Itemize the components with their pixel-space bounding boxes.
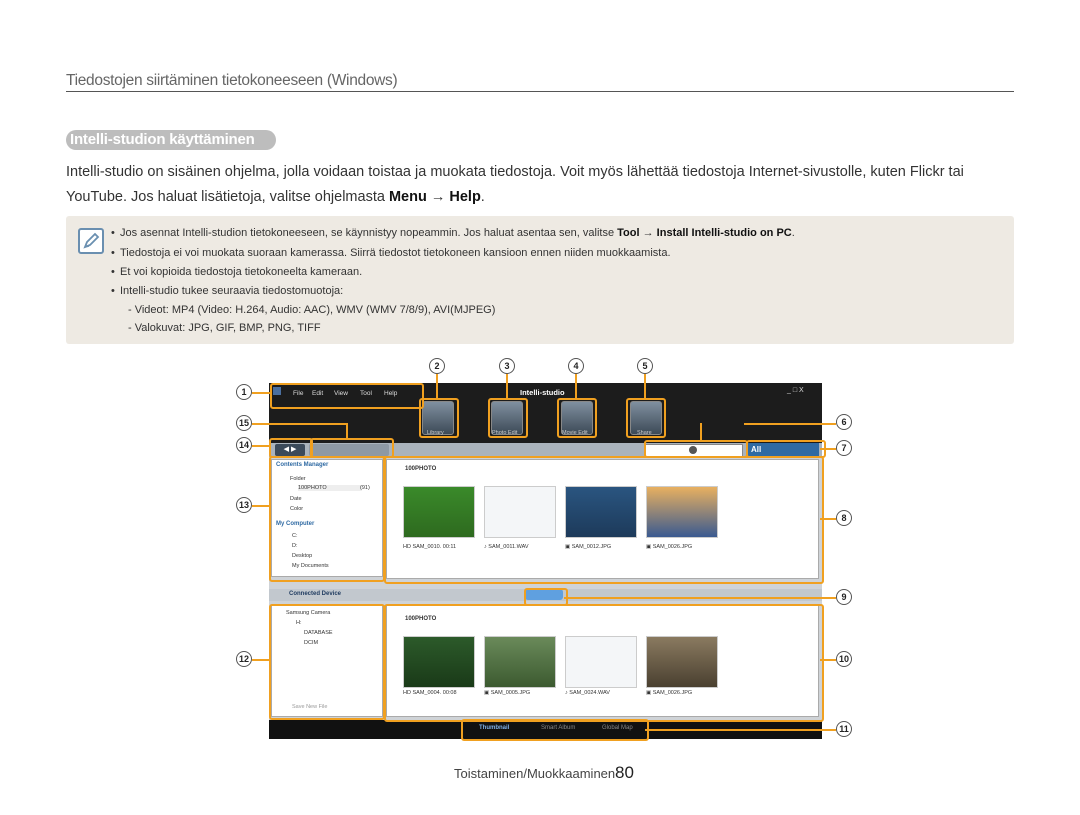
menu-term: Menu <box>388 189 427 205</box>
callout-line <box>644 372 646 398</box>
app-logo: Intelli-studio <box>520 388 565 397</box>
callout-2: 2 <box>429 358 445 374</box>
callout-line <box>346 423 348 439</box>
note-bullet-2: Tiedostoja ei voi muokata suoraan kamera… <box>111 247 671 259</box>
callout-line <box>506 372 508 398</box>
callout-box-thumbnails <box>384 456 824 584</box>
callout-line <box>564 597 836 599</box>
callout-line <box>252 423 348 425</box>
callout-box-device-thumbnails <box>384 604 824 722</box>
callout-box-edit-toolbar <box>310 438 394 458</box>
callout-11: 11 <box>836 721 852 737</box>
callout-3: 3 <box>499 358 515 374</box>
intro-line-1: Intelli-studio on sisäinen ohjelma, joll… <box>66 164 964 180</box>
tool-term: Tool <box>617 227 640 239</box>
page-number: 80 <box>615 763 634 782</box>
callout-line <box>252 445 270 447</box>
section-rule <box>66 91 1014 92</box>
callout-line <box>436 372 438 398</box>
intro-text: YouTube. Jos haluat lisätietoja, valitse… <box>66 189 389 205</box>
connected-device-title: Connected Device <box>289 591 342 597</box>
note-text: Jos asennat Intelli-studion tietokoneese… <box>120 227 618 239</box>
callout-12: 12 <box>236 651 252 667</box>
callout-14: 14 <box>236 437 252 453</box>
callout-line <box>744 423 836 425</box>
callout-8: 8 <box>836 510 852 526</box>
callout-15: 15 <box>236 415 252 431</box>
subhead-title: Intelli-studion käyttäminen <box>70 131 255 148</box>
callout-box-device-tree <box>269 604 385 720</box>
callout-line <box>252 505 270 507</box>
arrow-icon: → <box>430 189 446 205</box>
callout-7: 7 <box>836 440 852 456</box>
callout-line <box>252 392 270 394</box>
callout-line <box>575 372 577 398</box>
callout-box-contents-manager <box>269 456 385 582</box>
help-term: Help <box>449 189 481 205</box>
note-bullet-1: Jos asennat Intelli-studion tietokoneese… <box>111 227 795 239</box>
callout-line <box>820 518 836 520</box>
install-term: Install Intelli-studio on PC <box>656 227 792 239</box>
intro-end: . <box>480 189 485 205</box>
callout-10: 10 <box>836 651 852 667</box>
callout-line <box>820 448 836 450</box>
callout-1: 1 <box>236 384 252 400</box>
callout-line <box>252 659 270 661</box>
callout-6: 6 <box>836 414 852 430</box>
callout-line <box>700 423 702 441</box>
page-footer: Toistaminen/Muokkaaminen <box>454 766 616 781</box>
note-sub-2: - Valokuvat: JPG, GIF, BMP, PNG, TIFF <box>128 322 321 334</box>
callout-5: 5 <box>637 358 653 374</box>
callout-box-movie-edit <box>557 398 597 438</box>
note-bullet-3: Et voi kopioida tiedostoja tietokoneelta… <box>111 266 362 278</box>
pencil-note-icon <box>78 228 104 254</box>
callout-13: 13 <box>236 497 252 513</box>
note-sub-1: - Videot: MP4 (Video: H.264, Audio: AAC)… <box>128 304 496 316</box>
callout-box-nav <box>269 438 313 458</box>
section-title: Tiedostojen siirtäminen tietokoneeseen (… <box>66 72 398 89</box>
callout-box-photo-edit <box>488 398 528 438</box>
callout-4: 4 <box>568 358 584 374</box>
note-end: . <box>791 227 795 239</box>
intro-line-2: YouTube. Jos haluat lisätietoja, valitse… <box>66 186 1016 209</box>
callout-line <box>820 659 836 661</box>
callout-box-view-modes <box>461 719 649 741</box>
arrow-icon: → <box>642 227 654 239</box>
window-controls[interactable]: _ □ X <box>787 387 804 394</box>
callout-box-menu <box>270 383 424 409</box>
callout-box-share <box>626 398 666 438</box>
callout-line <box>645 729 836 731</box>
note-bullet-4: Intelli-studio tukee seuraavia tiedostom… <box>111 285 343 297</box>
callout-9: 9 <box>836 589 852 605</box>
callout-box-library <box>419 398 459 438</box>
